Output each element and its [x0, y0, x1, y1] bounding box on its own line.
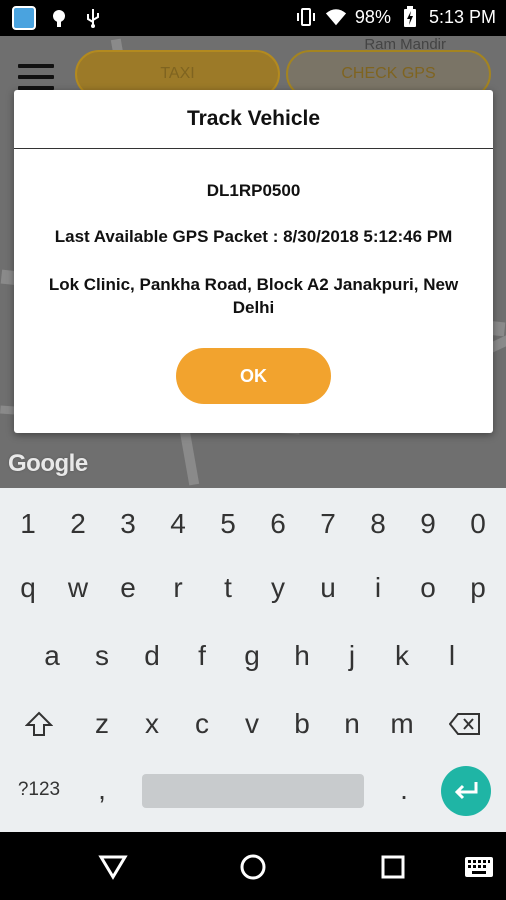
enter-icon [454, 782, 478, 800]
spacebar[interactable] [142, 774, 364, 808]
key-g[interactable]: g [227, 626, 277, 686]
shift-icon [25, 711, 53, 736]
menu-icon[interactable] [18, 64, 54, 90]
key-c[interactable]: c [177, 694, 227, 754]
backspace-icon [449, 713, 480, 735]
key-a[interactable]: a [27, 626, 77, 686]
enter-key[interactable] [441, 766, 491, 816]
battery-charging-icon [399, 6, 421, 28]
key-z[interactable]: z [77, 694, 127, 754]
key-8[interactable]: 8 [353, 494, 403, 554]
track-vehicle-dialog: Track Vehicle DL1RP0500 Last Available G… [14, 90, 493, 433]
keyboard-number-row: 1234567890 [0, 494, 506, 554]
key-1[interactable]: 1 [3, 494, 53, 554]
shift-key[interactable] [14, 694, 64, 754]
key-d[interactable]: d [127, 626, 177, 686]
status-bar: 98% 5:13 PM [0, 0, 506, 36]
key-i[interactable]: i [353, 558, 403, 618]
keyboard-row-2: asdfghjkl [0, 626, 506, 686]
key-2[interactable]: 2 [53, 494, 103, 554]
key-r[interactable]: r [153, 558, 203, 618]
back-triangle-icon [98, 855, 128, 880]
key-w[interactable]: w [53, 558, 103, 618]
key-4[interactable]: 4 [153, 494, 203, 554]
gps-packet-text: Last Available GPS Packet : 8/30/2018 5:… [54, 227, 453, 246]
home-button[interactable] [236, 850, 270, 884]
key-k[interactable]: k [377, 626, 427, 686]
soft-keyboard: 1234567890 qwertyuiop asdfghjkl zxcvbnm … [0, 488, 506, 832]
key-l[interactable]: l [427, 626, 477, 686]
wifi-icon [325, 6, 347, 28]
backspace-key[interactable] [440, 694, 490, 754]
key-o[interactable]: o [403, 558, 453, 618]
keyboard-switch-button[interactable] [462, 850, 496, 884]
keyboard-icon [465, 857, 493, 877]
symbols-key[interactable]: ?123 [14, 760, 64, 820]
key-p[interactable]: p [453, 558, 503, 618]
period-key[interactable]: . [379, 760, 429, 820]
dialog-title: Track Vehicle [14, 90, 493, 149]
usb-icon [82, 7, 104, 29]
recents-button[interactable] [376, 850, 410, 884]
key-j[interactable]: j [327, 626, 377, 686]
key-7[interactable]: 7 [303, 494, 353, 554]
vibrate-icon [295, 6, 317, 28]
comma-key[interactable]: , [77, 760, 127, 820]
address-text: Lok Clinic, Pankha Road, Block A2 Janakp… [48, 275, 459, 317]
keyboard-row-3: zxcvbnm [0, 694, 506, 754]
key-h[interactable]: h [277, 626, 327, 686]
key-0[interactable]: 0 [453, 494, 503, 554]
key-y[interactable]: y [253, 558, 303, 618]
key-q[interactable]: q [3, 558, 53, 618]
android-debug-icon [48, 7, 70, 29]
key-t[interactable]: t [203, 558, 253, 618]
recents-square-icon [381, 855, 405, 879]
vehicle-number: DL1RP0500 [206, 181, 301, 200]
key-v[interactable]: v [227, 694, 277, 754]
key-x[interactable]: x [127, 694, 177, 754]
battery-percent: 98% [354, 6, 391, 27]
navigation-bar [0, 832, 506, 900]
clock-time: 5:13 PM [428, 6, 496, 27]
ok-button[interactable]: OK [176, 348, 331, 404]
key-9[interactable]: 9 [403, 494, 453, 554]
key-e[interactable]: e [103, 558, 153, 618]
back-button[interactable] [96, 850, 130, 884]
key-6[interactable]: 6 [253, 494, 303, 554]
home-circle-icon [240, 854, 266, 880]
key-n[interactable]: n [327, 694, 377, 754]
key-5[interactable]: 5 [203, 494, 253, 554]
key-3[interactable]: 3 [103, 494, 153, 554]
key-m[interactable]: m [377, 694, 427, 754]
key-b[interactable]: b [277, 694, 327, 754]
key-u[interactable]: u [303, 558, 353, 618]
key-s[interactable]: s [77, 626, 127, 686]
app-notification-icon [12, 6, 36, 30]
key-f[interactable]: f [177, 626, 227, 686]
google-logo: Google [8, 450, 88, 477]
keyboard-row-1: qwertyuiop [0, 558, 506, 618]
